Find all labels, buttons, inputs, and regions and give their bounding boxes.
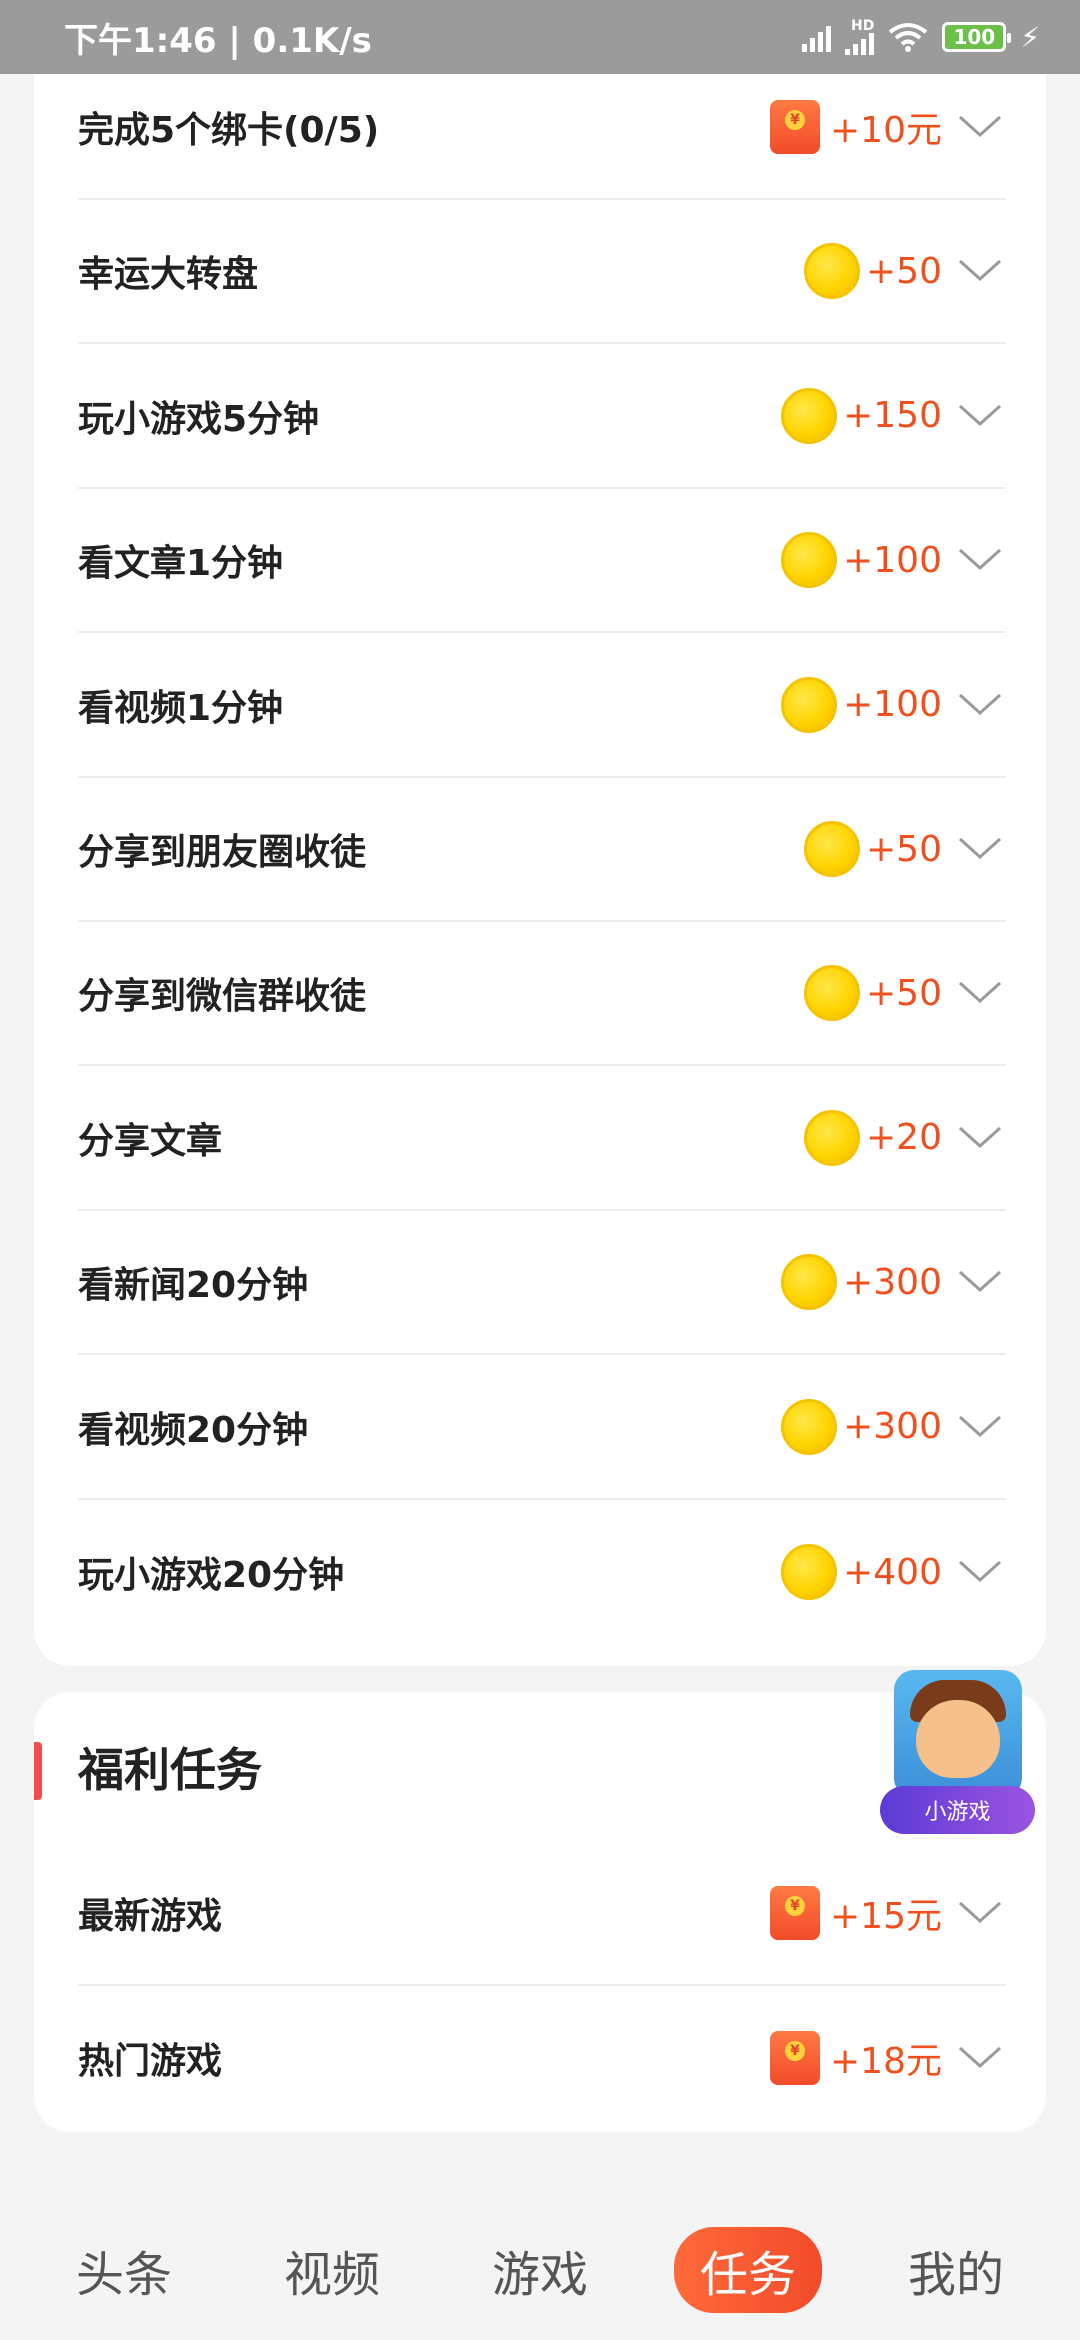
red-packet-icon [770, 2031, 821, 2085]
battery-level: 100 [953, 25, 996, 49]
gold-coin-icon [781, 1544, 838, 1600]
chevron-down-icon [958, 1901, 1002, 1924]
task-row[interactable]: 幸运大转盘 +50 [78, 200, 1006, 345]
gold-coin-icon [804, 1109, 861, 1166]
task-row[interactable]: 分享文章 +20 [78, 1067, 1006, 1211]
gold-coin-icon [781, 532, 838, 589]
chevron-down-icon [958, 404, 1002, 426]
task-row[interactable]: 看视频20分钟 +300 [78, 1356, 1006, 1500]
reward-amount: +300 [843, 1406, 942, 1448]
battery-icon: 100 [942, 22, 1012, 52]
charging-icon: ⚡ [1020, 20, 1040, 54]
task-title: 分享到微信群收徒 [78, 976, 367, 1018]
chevron-down-icon [958, 260, 1002, 282]
task-title: 看视频1分钟 [78, 687, 284, 729]
reward-amount: +100 [843, 539, 942, 581]
task-title: 看新闻20分钟 [78, 1265, 309, 1307]
tab-me[interactable]: 我的 [882, 2227, 1030, 2313]
signal-hd-icon: HD [845, 18, 875, 55]
task-reward: +100 [781, 676, 1006, 733]
tab-tasks[interactable]: 任务 [673, 2227, 822, 2313]
task-row[interactable]: 分享到微信群收徒 +50 [78, 922, 1006, 1067]
task-row[interactable]: 热门游戏 +18元 [78, 1986, 1006, 2130]
reward-amount: +150 [843, 395, 942, 437]
reward-amount: +50 [866, 828, 942, 870]
task-title: 玩小游戏5分钟 [78, 398, 320, 440]
mini-game-character-icon [894, 1670, 1022, 1798]
chevron-down-icon [958, 693, 1002, 715]
chevron-down-icon [958, 2046, 1002, 2069]
chevron-down-icon [958, 549, 1002, 571]
reward-amount: +50 [866, 250, 942, 292]
task-row[interactable]: 看新闻20分钟 +300 [78, 1211, 1006, 1356]
chevron-down-icon [958, 1126, 1002, 1148]
reward-amount: +300 [843, 1261, 942, 1303]
task-title: 幸运大转盘 [78, 254, 259, 296]
reward-amount: +400 [843, 1551, 942, 1593]
task-title: 分享到朋友圈收徒 [78, 832, 367, 873]
tab-games[interactable]: 游戏 [466, 2227, 614, 2313]
hd-label: HD [850, 18, 875, 34]
task-row[interactable]: 分享到朋友圈收徒 +50 [78, 778, 1006, 922]
chevron-down-icon [958, 1415, 1002, 1437]
task-reward: +300 [781, 1254, 1006, 1311]
status-icons: HD 100 ⚡ [802, 19, 1040, 55]
chevron-down-icon [958, 115, 1002, 138]
task-reward: +50 [804, 965, 1006, 1022]
task-reward: +18元 [770, 2031, 1006, 2085]
red-packet-icon [770, 100, 821, 154]
task-title: 看视频20分钟 [78, 1409, 309, 1451]
task-reward: +50 [804, 243, 1006, 300]
mini-game-float-button[interactable]: 小游戏 [880, 1670, 1035, 1838]
task-reward: +150 [781, 387, 1006, 444]
task-row[interactable]: 看视频1分钟 +100 [78, 634, 1006, 778]
gold-coin-icon [781, 676, 838, 733]
tab-video[interactable]: 视频 [258, 2227, 406, 2313]
task-title: 最新游戏 [78, 1896, 223, 1937]
reward-amount: +100 [843, 684, 942, 726]
task-row[interactable]: 最新游戏 +15元 [78, 1842, 1006, 1986]
chevron-down-icon [958, 837, 1002, 860]
gold-coin-icon [804, 821, 861, 877]
task-reward: +15元 [770, 1886, 1006, 1940]
task-row[interactable]: 完成5个绑卡(0/5) +10元 [78, 56, 1006, 200]
reward-amount: +20 [866, 1117, 942, 1159]
reward-amount: +50 [866, 972, 942, 1014]
red-packet-icon [770, 1886, 821, 1940]
mini-game-label: 小游戏 [880, 1786, 1035, 1834]
task-reward: +100 [781, 532, 1006, 589]
status-time: 下午1:46 | 0.1K/s [64, 20, 372, 61]
reward-amount: +18元 [830, 2041, 942, 2082]
task-title: 玩小游戏20分钟 [78, 1555, 345, 1596]
welfare-section-title: 福利任务 [78, 1743, 262, 1797]
reward-amount: +10元 [830, 110, 942, 151]
task-reward: +10元 [770, 100, 1006, 154]
daily-task-card: 完成5个绑卡(0/5) +10元幸运大转盘 +50 玩小游戏5分钟 +150 看文章1分钟… [34, 74, 1046, 1666]
tab-headlines[interactable]: 头条 [50, 2227, 198, 2313]
bottom-tab-bar: 头条 视频 游戏 任务 我的 [0, 2200, 1080, 2340]
gold-coin-icon [781, 387, 838, 444]
task-reward: +300 [781, 1398, 1006, 1455]
gold-coin-icon [804, 965, 861, 1022]
task-title: 分享文章 [78, 1120, 223, 1162]
chevron-down-icon [958, 1560, 1002, 1583]
gold-coin-icon [781, 1254, 838, 1311]
chevron-down-icon [958, 982, 1002, 1004]
section-accent-bar [34, 1742, 42, 1800]
task-title: 完成5个绑卡(0/5) [78, 110, 380, 151]
chevron-down-icon [958, 1271, 1002, 1293]
signal-icon [802, 22, 832, 52]
gold-coin-icon [781, 1398, 838, 1455]
wifi-icon [889, 23, 928, 52]
task-row[interactable]: 玩小游戏20分钟 +400 [78, 1500, 1006, 1644]
task-reward: +400 [781, 1544, 1006, 1600]
task-title: 看文章1分钟 [78, 543, 284, 585]
task-reward: +20 [804, 1109, 1006, 1166]
task-row[interactable]: 玩小游戏5分钟 +150 [78, 345, 1006, 489]
task-reward: +50 [804, 821, 1006, 877]
reward-amount: +15元 [830, 1896, 942, 1937]
task-title: 热门游戏 [78, 2041, 223, 2082]
gold-coin-icon [804, 243, 861, 300]
task-row[interactable]: 看文章1分钟 +100 [78, 489, 1006, 634]
